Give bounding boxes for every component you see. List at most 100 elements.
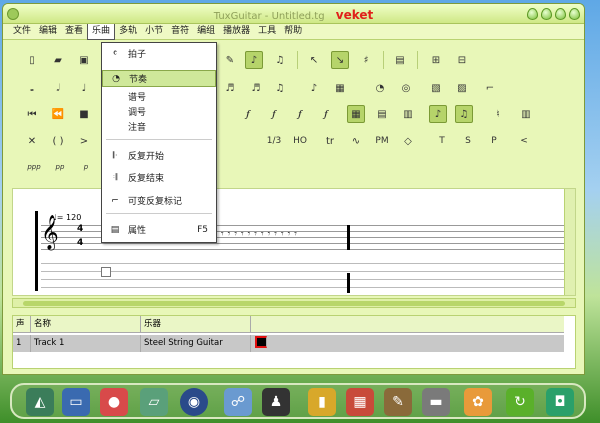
menu-item-alternate-ending[interactable]: ⌐ 可变反复标记 [102,192,216,209]
first-icon[interactable]: ⏮ [23,105,41,123]
tuplet-icon[interactable]: ♫ [271,79,289,97]
menu-item-repeat-close[interactable]: 𝄇 反复结束 [102,169,216,186]
shade-button[interactable] [527,8,538,20]
voice-down-icon[interactable]: ↘ [331,51,349,69]
dotted-note-icon[interactable]: ♪ [305,79,323,97]
division-type-icon[interactable]: ▦ [331,79,349,97]
caret-box[interactable] [101,267,111,277]
slapping-button[interactable]: S [459,132,477,150]
sixteenth-note-icon[interactable]: ♬ [221,79,239,97]
network-icon[interactable]: ☍ [224,388,252,416]
menu-player[interactable]: 播放器 [219,24,254,39]
dynamic-pp-button[interactable]: pp [51,158,69,176]
layout-page-icon[interactable]: ▦ [347,105,365,123]
tuplet-label[interactable]: 1/3 [265,132,283,150]
file-manager-icon[interactable]: ▮ [308,388,336,416]
presentation-icon[interactable]: ▦ [346,388,374,416]
show-tab-icon[interactable]: ♫ [455,105,473,123]
tux-penguin-icon[interactable]: ♟ [262,388,290,416]
new-file-icon[interactable]: ▯ [23,51,41,69]
half-note-icon[interactable]: 𝅗𝅥 [49,79,67,97]
score-horizontal-scrollbar[interactable] [12,298,576,308]
layout-linear-icon[interactable]: ▤ [373,105,391,123]
dynamic-p-button[interactable]: p [77,158,95,176]
menu-tools[interactable]: 工具 [254,24,280,39]
menu-file[interactable]: 文件 [9,24,35,39]
dynamic-icon-1[interactable]: 𝆑 [239,105,257,123]
dynamic-icon-2[interactable]: 𝆑 [265,105,283,123]
accent-icon[interactable]: > [75,132,93,150]
track-row[interactable]: 1 Track 1 Steel String Guitar [13,335,564,352]
game-icon[interactable]: ✿ [464,388,492,416]
track-color-swatch[interactable] [255,336,267,348]
menu-measure[interactable]: 小节 [141,24,167,39]
refresh-icon[interactable]: ↻ [506,388,534,416]
track-table: 声 名称 乐器 1 Track 1 Steel String Guitar [12,315,576,369]
zoom-out-icon[interactable]: ⊟ [453,51,471,69]
score-vertical-scrollbar[interactable] [564,189,575,295]
edit-mode-icon[interactable]: ✎ [221,51,239,69]
count-down-icon[interactable]: ◎ [397,79,415,97]
stop-icon[interactable]: ■ [75,105,93,123]
palm-mute-button[interactable]: PM [373,132,391,150]
menu-item-tempo[interactable]: ◔ 节奏 [102,70,216,87]
computer-icon[interactable]: ▭ [62,388,90,416]
previous-icon[interactable]: ⏪ [49,105,67,123]
save-file-icon[interactable]: ▣ [75,51,93,69]
page-view-icon[interactable]: ▤ [391,51,409,69]
dead-note-icon[interactable]: ✕ [23,132,41,150]
mixer-icon[interactable]: ▧ [427,79,445,97]
media-player-icon[interactable]: ◉ [180,388,208,416]
tapping-button[interactable]: T [433,132,451,150]
menu-edit[interactable]: 编辑 [35,24,61,39]
dynamic-icon-3[interactable]: 𝆑 [291,105,309,123]
dynamic-icon-4[interactable]: 𝆑 [317,105,335,123]
dynamic-ppp-button[interactable]: ppp [25,158,43,176]
menu-help[interactable]: 帮助 [280,24,306,39]
title-bar[interactable]: TuxGuitar - Untitled.tg veket [3,4,584,24]
maximize-button[interactable] [555,8,566,20]
popping-button[interactable]: P [485,132,503,150]
score-editor[interactable]: ♩= 120 𝄞 4 4 𝄾𝄾𝄾𝄾𝄾𝄾𝄾𝄾𝄾𝄾𝄾𝄾 [12,188,576,296]
ghost-note-icon[interactable]: ( ) [49,132,67,150]
notes-icon[interactable]: ▱ [140,388,168,416]
quarter-note-icon[interactable]: ♩ [75,79,93,97]
hammer-on-button[interactable]: HO [291,132,309,150]
usb-icon[interactable]: ▬ [422,388,450,416]
camera-icon[interactable]: ◘ [546,388,574,416]
open-file-icon[interactable]: ▰ [49,51,67,69]
fade-in-button[interactable]: < [515,132,533,150]
end-barline-staff [347,225,350,250]
paint-icon[interactable]: ✎ [384,388,412,416]
tab-view-icon[interactable]: ♫ [271,51,289,69]
chord-icon[interactable]: ♯ [357,51,375,69]
metronome-icon[interactable]: ◔ [371,79,389,97]
menu-item-time-signature[interactable]: 𝄴 拍子 [102,45,216,62]
minimize-button[interactable] [541,8,552,20]
thirty-second-note-icon[interactable]: ♬ [247,79,265,97]
menu-item-repeat-open[interactable]: 𝄆 反复开始 [102,147,216,164]
score-view-icon[interactable]: ♪ [245,51,263,69]
pet-icon[interactable]: ● [100,388,128,416]
trill-icon[interactable]: tr [321,132,339,150]
voice-up-icon[interactable]: ↖ [305,51,323,69]
menu-beat[interactable]: 编组 [193,24,219,39]
guitar-icon[interactable]: ♮ [489,105,507,123]
menu-note[interactable]: 音符 [167,24,193,39]
menu-view[interactable]: 查看 [61,24,87,39]
vibrato-icon[interactable]: ∿ [347,132,365,150]
menu-composition[interactable]: 乐曲 [87,23,116,40]
image-viewer-icon[interactable]: ◭ [26,388,54,416]
zoom-in-icon[interactable]: ⊞ [427,51,445,69]
harmonic-icon[interactable]: ◇ [399,132,417,150]
whole-note-icon[interactable]: 𝅝 [23,79,41,97]
show-score-icon[interactable]: ♪ [429,105,447,123]
layout-multitrack-icon[interactable]: ▥ [399,105,417,123]
menu-item-properties[interactable]: ▤ 属性 F5 [102,221,216,238]
menu-track[interactable]: 多轨 [115,24,141,39]
close-button[interactable] [569,8,580,20]
transport-icon[interactable]: ▨ [453,79,471,97]
menu-item-annotation[interactable]: 注音 [102,118,216,135]
marker-icon[interactable]: ⌐ [481,79,499,97]
piano-icon[interactable]: ▥ [517,105,535,123]
